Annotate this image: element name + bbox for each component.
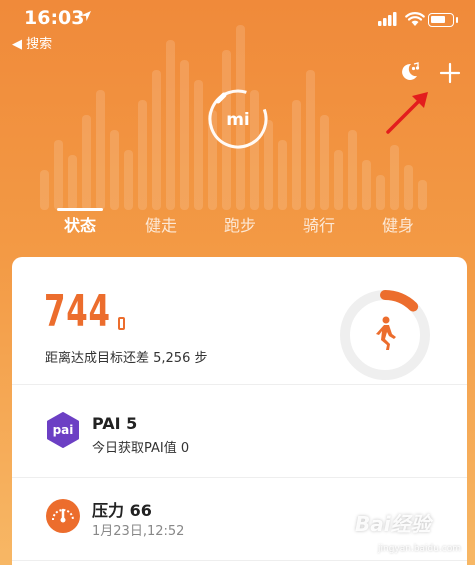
pai-subtitle: 今日获取PAI值 0 [92,441,190,456]
background-bar [404,165,413,210]
background-bar [418,180,427,210]
background-bar [278,140,287,210]
background-bar [68,155,77,210]
stress-title: 压力 66 [92,501,152,520]
background-bar [180,60,189,210]
divider [12,477,467,478]
background-bar [390,145,399,210]
background-bar [362,160,371,210]
watermark-url: jingyan.baidu.com [378,544,462,554]
add-plus-icon[interactable] [439,62,461,84]
background-bar [320,115,329,210]
background-bar [292,100,301,210]
step-progress-ring [340,290,430,380]
wifi-icon [405,12,425,26]
background-bar [40,170,49,210]
battery-icon [428,13,454,27]
background-bar [138,100,147,210]
tab-cycling[interactable]: 骑行 [303,212,335,236]
band-watch-icon [118,317,125,330]
tab-walking[interactable]: 健走 [145,212,177,236]
background-bar [348,130,357,210]
battery-tip [456,17,458,23]
activity-tab-bar: 状态 健走 跑步 骑行 健身 [0,208,475,248]
stress-gauge-icon [46,499,80,533]
location-arrow-icon [81,11,91,21]
background-bar [334,150,343,210]
background-bar [194,80,203,210]
background-bar [96,90,105,210]
active-tab-indicator [57,208,103,211]
annotation-red-arrow [386,92,428,134]
background-bar [306,70,315,210]
step-goal-text: 距离达成目标还差 5,256 步 [45,351,208,366]
status-time: 16:03 [24,7,85,29]
tab-status[interactable]: 状态 [64,212,96,236]
divider [12,560,467,561]
tab-running[interactable]: 跑步 [224,212,256,236]
mi-logo-text: mi [226,110,250,130]
divider [12,384,467,385]
background-bar [124,150,133,210]
background-bar [152,70,161,210]
step-count: 744 [44,286,111,337]
background-bar [54,140,63,210]
back-to-search-link[interactable]: ◀ 搜索 [12,33,52,52]
pai-icon-text: pai [53,423,74,437]
status-bar: 16:03 [0,0,475,34]
background-bar [166,40,175,210]
watermark-logo: Bai经验 [355,512,431,536]
pai-title: PAI 5 [92,414,138,433]
pai-icon: pai [47,412,79,448]
background-bar [376,175,385,210]
tab-fitness[interactable]: 健身 [382,212,414,236]
cellular-signal-icon [378,12,397,26]
mi-band-device-icon[interactable]: mi [206,87,270,151]
stress-timestamp: 1月23日,12:52 [92,524,185,539]
background-bar [110,130,119,210]
walking-person-icon [376,316,396,350]
sleep-moon-icon[interactable] [398,61,420,83]
background-bar [82,115,91,210]
